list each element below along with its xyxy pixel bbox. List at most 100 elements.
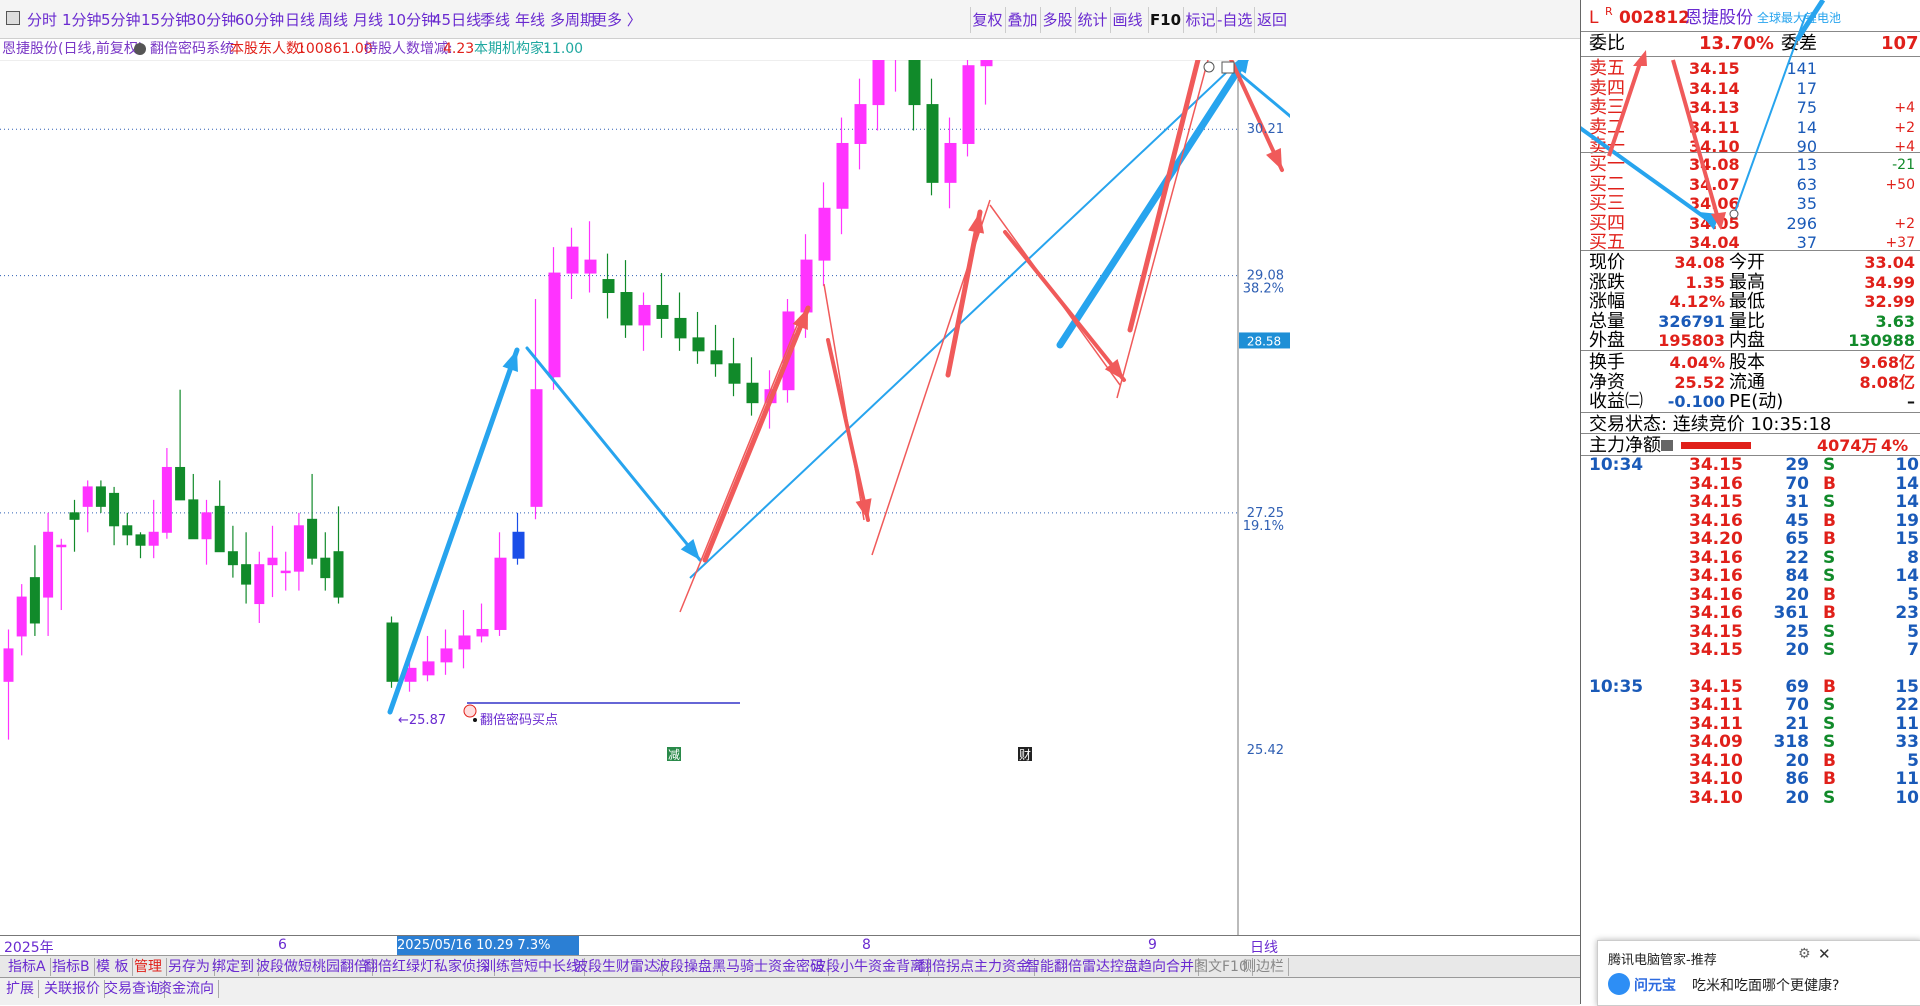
toolbar-button-4[interactable]: 画线 [1110,7,1144,33]
indicator-tab-9[interactable]: 波段生财雷达 [570,958,663,976]
candle [188,473,199,540]
period-9[interactable]: 10分钟 [387,10,436,30]
blue-arrow-2 [525,346,702,562]
tick-volume: 31 [1785,492,1809,512]
popup-settings-icon[interactable]: ⚙ [1798,946,1811,962]
extension-tabs: 扩展 关联报价 交易查询 资金流向 [0,977,1580,1005]
candle [530,298,543,520]
toolbar-button-1[interactable]: 叠加 [1005,7,1039,33]
period-0[interactable]: 分时 [27,10,57,30]
tick-count: 5 [1907,750,1919,771]
stat-label-left: 收益㈡ [1589,391,1643,412]
candlestick-chart[interactable]: 翻倍密码买点←25.8734.99减财 33.1780.9%31.3461.8%… [0,60,1290,935]
indicator-tab-2[interactable]: 模 板 [92,958,134,976]
period-12[interactable]: 年线 [515,10,545,30]
indicator-tab-0[interactable]: 指标A [4,958,51,976]
candle [82,480,93,533]
indicator-tab-6[interactable]: 波段做短桃园翻倍 [252,958,373,976]
toolbar-button-6[interactable]: 标记 [1183,7,1217,33]
tick-count: 10 [1895,455,1919,475]
toolbar-button-2[interactable]: 多股 [1040,7,1074,33]
toolbar-button-0[interactable]: 复权 [970,7,1004,33]
notification-popup[interactable]: 腾讯电脑管家-推荐 ⚙ ✕ 问元宝 吃米和吃面哪个更健康? [1597,940,1920,1006]
toolbar-button-5[interactable]: F10 [1148,7,1182,33]
stat-value-right: – [1907,392,1915,411]
indicator-tab-8[interactable]: 训练营短中长线 [478,958,585,976]
tick-row: 34.09 318 S 33 [1581,733,1920,751]
red-arrow-1 [702,305,811,563]
period-4[interactable]: 30分钟 [187,10,236,30]
period-3[interactable]: 15分钟 [141,10,190,30]
tick-count: 33 [1895,732,1919,752]
candle [980,60,993,105]
tick-volume: 65 [1785,529,1809,549]
period-13[interactable]: 多周期 [550,10,595,30]
candle [307,473,318,565]
tick-volume: 70 [1785,473,1809,494]
period-5[interactable]: 60分钟 [235,10,284,30]
chart-layout-icon[interactable] [1221,61,1235,74]
tick-count: 14 [1895,492,1919,512]
red-arrow-5 [1127,60,1201,333]
candle [241,532,252,604]
popup-message[interactable]: 吃米和吃面哪个更健康? [1692,975,1839,995]
candle [602,253,615,319]
price-level: 25.42 [1247,743,1284,758]
red-thin-line-2 [823,283,865,521]
candle [926,78,939,196]
period-10[interactable]: 45日线 [432,10,481,30]
indicator-tab-15[interactable]: 侧边栏 [1238,958,1289,976]
period-1[interactable]: 1分钟 [62,10,102,30]
indicator-tab-11[interactable]: 波段小牛资金背离 [808,958,929,976]
popup-title: 腾讯电脑管家-推荐 [1608,953,1717,968]
date-label-6: 6 [278,937,287,953]
tick-price: 34.15 [1689,621,1743,642]
tick-volume: 20 [1785,640,1809,660]
candle [69,499,80,552]
settings-icon[interactable] [134,43,146,55]
period-2[interactable]: 5分钟 [101,10,141,30]
tick-volume: 21 [1785,713,1809,734]
low-price-label: ←25.87 [398,713,446,728]
tick-row: 34.16 361 B 23 [1581,604,1920,622]
popup-close-icon[interactable]: ✕ [1818,945,1831,963]
tick-price: 34.15 [1689,492,1743,512]
marker-jian: 减 [668,748,680,762]
extension-tab-1[interactable]: 关联报价 [40,980,105,998]
toolbar-button-8[interactable]: 返回 [1254,7,1289,33]
candle [43,512,54,636]
candle [56,538,67,611]
tick-side: S [1823,787,1836,808]
extension-tab-0[interactable]: 扩展 [2,980,39,998]
indicator-tab-1[interactable]: 指标B [48,958,95,976]
tick-time: 10:34 [1589,455,1644,475]
menu-icon[interactable] [6,11,20,25]
toolbar-button-3[interactable]: 统计 [1075,7,1109,33]
indicator-tab-7[interactable]: 翻倍红绿灯私家侦探 [360,958,495,976]
tick-count: 19 [1895,510,1919,531]
period-8[interactable]: 月线 [353,10,383,30]
period-14[interactable]: 更多 〉 [592,10,642,30]
red-arrow-6-head [1266,148,1282,170]
tick-price: 34.15 [1689,676,1743,697]
tick-count: 22 [1895,695,1919,715]
period-6[interactable]: 日线 [285,10,315,30]
period-7[interactable]: 周线 [318,10,348,30]
chart-zoom-icon[interactable] [1203,61,1215,73]
indicator-tab-13[interactable]: 智能翻倍雷达控盘趋向合并 [1022,958,1199,976]
candle [254,551,265,623]
tick-volume: 29 [1785,455,1809,475]
indicator-tab-10[interactable]: 波段操盘黑马骑士资金密码 [652,958,829,976]
date-label-9: 9 [1148,937,1157,953]
toolbar-button-7[interactable]: -自选 [1216,7,1252,33]
extension-tab-3[interactable]: 资金流向 [154,980,219,998]
panel-anchor-dot [1729,209,1739,219]
panel-arrow-overlay [1581,0,1826,230]
tick-side: B [1823,750,1836,771]
blue-arrow-4 [1233,68,1290,119]
stat-label-right: PE(动) [1729,391,1784,412]
indicator-tab-3[interactable]: 管理 [130,958,167,976]
indicator-tab-12[interactable]: 翻倍拐点主力资金 [914,958,1035,976]
candle [422,635,435,682]
period-11[interactable]: 季线 [480,10,510,30]
